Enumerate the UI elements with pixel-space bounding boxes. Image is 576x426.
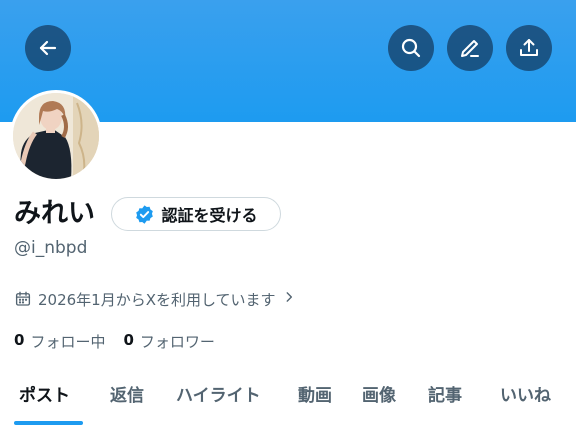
joined-date-link[interactable]: 2026年1月からXを利用しています	[14, 288, 296, 310]
tab-posts[interactable]: ポスト	[19, 381, 70, 406]
tab-images[interactable]: 画像	[362, 381, 396, 406]
tab-likes[interactable]: いいね	[500, 381, 551, 406]
chevron-right-icon	[282, 290, 296, 308]
profile-tabs: ポスト 返信 ハイライト 動画 画像 記事 いいね	[0, 368, 576, 426]
tab-highlights[interactable]: ハイライト	[176, 381, 261, 406]
back-button[interactable]	[25, 25, 71, 71]
tab-articles[interactable]: 記事	[428, 381, 462, 406]
search-button[interactable]	[388, 25, 434, 71]
search-icon	[401, 38, 421, 58]
avatar[interactable]	[10, 90, 102, 182]
tab-replies[interactable]: 返信	[110, 381, 144, 406]
avatar-image	[13, 93, 99, 179]
followers-link[interactable]: 0 フォロワー	[123, 331, 214, 352]
display-name: みれい	[14, 198, 95, 228]
followers-count: 0	[123, 331, 134, 349]
share-icon	[520, 39, 538, 56]
calendar-icon	[15, 291, 31, 306]
follow-stats: 0 フォロー中 0 フォロワー	[14, 331, 215, 352]
following-count: 0	[14, 331, 25, 349]
tab-videos[interactable]: 動画	[298, 381, 332, 406]
edit-icon	[461, 40, 479, 57]
verified-badge-icon	[136, 204, 154, 224]
get-verified-button[interactable]: 認証を受ける	[111, 197, 281, 231]
edit-profile-button[interactable]	[447, 25, 493, 71]
arrow-left-icon	[39, 40, 57, 56]
active-tab-indicator	[14, 421, 83, 425]
share-button[interactable]	[506, 25, 552, 71]
user-handle: @i_nbpd	[14, 238, 88, 258]
get-verified-label: 認証を受ける	[161, 206, 258, 225]
following-link[interactable]: 0 フォロー中	[14, 331, 105, 352]
following-label: フォロー中	[30, 333, 106, 351]
followers-label: フォロワー	[139, 333, 215, 351]
joined-date-text: 2026年1月からXを利用しています	[38, 290, 276, 309]
